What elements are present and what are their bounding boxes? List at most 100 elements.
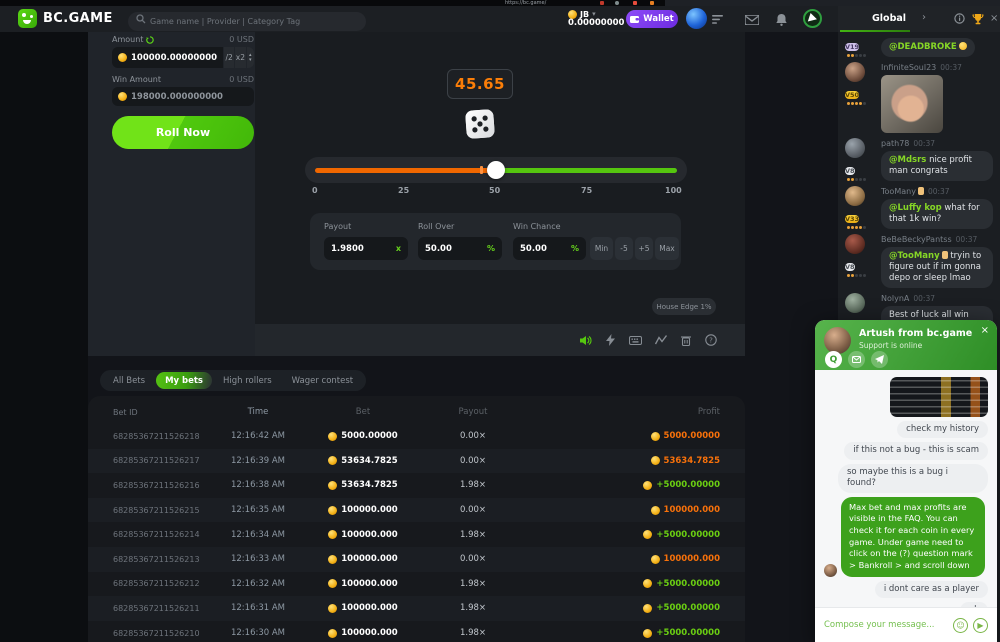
live-stats-icon[interactable] <box>654 334 667 347</box>
support-telegram-icon[interactable] <box>871 351 888 368</box>
tab-my-bets[interactable]: My bets <box>156 372 212 389</box>
support-search-icon[interactable]: Q <box>825 351 842 368</box>
table-row[interactable]: 68285367211526214 12:16:34 AM 100000.000… <box>113 522 720 547</box>
wallet-button[interactable]: Wallet <box>626 10 678 28</box>
bet-id: 68285367211526215 <box>113 506 213 515</box>
win-amount-label: Win Amount <box>112 75 161 84</box>
chat-username[interactable]: path78 <box>881 139 909 148</box>
attachment-image-bets-screenshot[interactable] <box>890 377 988 417</box>
bet-time: 12:16:34 AM <box>213 530 303 540</box>
avatar[interactable] <box>845 234 865 254</box>
avatar[interactable] <box>845 62 865 82</box>
table-row[interactable]: 68285367211526218 12:16:42 AM 5000.00000… <box>113 424 720 449</box>
chat-username[interactable]: InfiniteSoul23 <box>881 63 936 72</box>
col-bet: Bet <box>303 407 423 417</box>
chat-username[interactable]: NolynA <box>881 294 909 303</box>
tab-high-rollers[interactable]: High rollers <box>214 372 281 389</box>
support-status: Support is online <box>859 341 922 350</box>
user-message: if this not a bug - this is scam <box>844 442 988 459</box>
compose-input[interactable] <box>824 620 948 630</box>
avatar[interactable] <box>845 293 865 313</box>
search-input[interactable] <box>128 12 366 31</box>
currency-switch-icon[interactable] <box>146 36 154 44</box>
roll-over-input[interactable]: 50.00% <box>418 237 502 260</box>
chance-minus5-button[interactable]: -5 <box>615 237 633 260</box>
table-row[interactable]: 68285367211526216 12:16:38 AM 53634.7825… <box>113 473 720 498</box>
trash-icon[interactable] <box>679 334 692 347</box>
tab-all-bets[interactable]: All Bets <box>104 372 154 389</box>
table-row[interactable]: 68285367211526213 12:16:33 AM 100000.000… <box>88 547 745 572</box>
chat-image-crying-baby[interactable] <box>881 75 943 133</box>
chat-info-icon[interactable] <box>954 13 965 24</box>
chance-max-button[interactable]: Max <box>655 237 679 260</box>
bonus-spin-icon[interactable] <box>803 9 822 28</box>
chevron-right-icon[interactable]: › <box>922 12 926 23</box>
volume-icon[interactable] <box>579 334 592 347</box>
slider-knob[interactable] <box>487 161 505 179</box>
support-email-icon[interactable] <box>848 351 865 368</box>
chat-bubble[interactable]: @TooMany tryin to figure out if im gonna… <box>881 247 993 288</box>
support-agent-avatar <box>824 327 851 354</box>
vip-badge: V19 <box>845 43 859 51</box>
bet-profit: +5000.00000 <box>523 530 720 540</box>
payout-input[interactable]: 1.9800x <box>324 237 408 260</box>
bet-time: 12:16:31 AM <box>213 603 303 613</box>
avatar[interactable] <box>845 186 865 206</box>
stepper-down-icon[interactable]: ▾ <box>249 58 252 63</box>
bet-amount-input[interactable]: 100000.00000000 <box>112 47 223 68</box>
user-message: i dont care as a player <box>875 581 988 598</box>
bet-amount: 100000.000 <box>303 530 423 540</box>
vip-badge: V8 <box>845 167 855 175</box>
trophy-icon[interactable] <box>972 13 984 25</box>
coin-icon <box>651 456 660 465</box>
messages-icon[interactable] <box>745 15 759 25</box>
chat-bubble[interactable]: @Luffy kop what for that 1k win? <box>881 199 993 229</box>
table-row[interactable]: 68285367211526215 12:16:35 AM 100000.000… <box>88 498 745 523</box>
turbo-lightning-icon[interactable] <box>604 334 617 347</box>
agent-message: Max bet and max profits are visible in t… <box>841 497 985 577</box>
hotkeys-keyboard-icon[interactable] <box>629 334 642 347</box>
send-icon[interactable]: ▶ <box>973 618 988 633</box>
amount-stepper[interactable]: ▴▾ <box>247 47 254 68</box>
balance-display[interactable]: JB▾ 0.00000000 <box>568 10 624 28</box>
chat-username[interactable]: TooMany <box>881 187 916 196</box>
table-row[interactable]: 68285367211526217 12:16:39 AM 53634.7825… <box>88 449 745 474</box>
roll-over-slider[interactable] <box>305 157 687 183</box>
table-row[interactable]: 68285367211526212 12:16:32 AM 100000.000… <box>113 572 720 597</box>
table-row[interactable]: 68285367211526210 12:16:30 AM 100000.000… <box>113 621 720 642</box>
notifications-bell-icon[interactable] <box>776 14 787 26</box>
bet-payout: 1.98× <box>423 579 523 589</box>
user-avatar[interactable] <box>686 8 707 29</box>
vip-badge: V33 <box>845 215 859 223</box>
bet-payout: 0.00× <box>423 505 523 515</box>
bet-profit: +5000.00000 <box>523 603 720 613</box>
svg-text:?: ? <box>709 336 713 344</box>
extension-icon[interactable] <box>650 1 654 5</box>
help-icon[interactable]: ? <box>704 334 717 347</box>
extension-icon[interactable] <box>600 1 604 5</box>
emoji-icon[interactable]: ☺ <box>953 618 968 633</box>
chat-username[interactable]: BeBeBeckyPantss <box>881 235 952 244</box>
double-bet-button[interactable]: x2 <box>235 47 245 68</box>
roll-now-button[interactable]: Roll Now <box>112 116 254 149</box>
chat-tab-global[interactable]: Global <box>872 13 906 24</box>
bet-payout: 0.00× <box>423 456 523 466</box>
half-bet-button[interactable]: /2 <box>224 47 234 68</box>
table-row[interactable]: 68285367211526211 12:16:31 AM 100000.000… <box>88 596 745 621</box>
bet-amount: 100000.000 <box>303 603 423 613</box>
avatar[interactable] <box>845 138 865 158</box>
support-close-icon[interactable]: × <box>981 325 989 336</box>
extension-icon[interactable] <box>633 1 637 5</box>
chat-bubble[interactable]: @DEADBROKE <box>881 38 975 57</box>
bcgame-logo[interactable]: BC.GAME <box>18 9 113 28</box>
extension-icon[interactable] <box>615 1 619 5</box>
tab-wager-contest[interactable]: Wager contest <box>283 372 362 389</box>
win-chance-input[interactable]: 50.00% <box>513 237 586 260</box>
chat-bubble[interactable]: @Mdsrs nice profit man congrats <box>881 151 993 181</box>
chat-close-icon[interactable]: × <box>990 13 998 24</box>
search-bar[interactable] <box>128 9 366 28</box>
chance-plus5-button[interactable]: +5 <box>635 237 653 260</box>
win-amount-value: 198000.000000000 <box>131 92 223 102</box>
chance-min-button[interactable]: Min <box>590 237 613 260</box>
vip-progress-icon[interactable] <box>712 15 723 24</box>
